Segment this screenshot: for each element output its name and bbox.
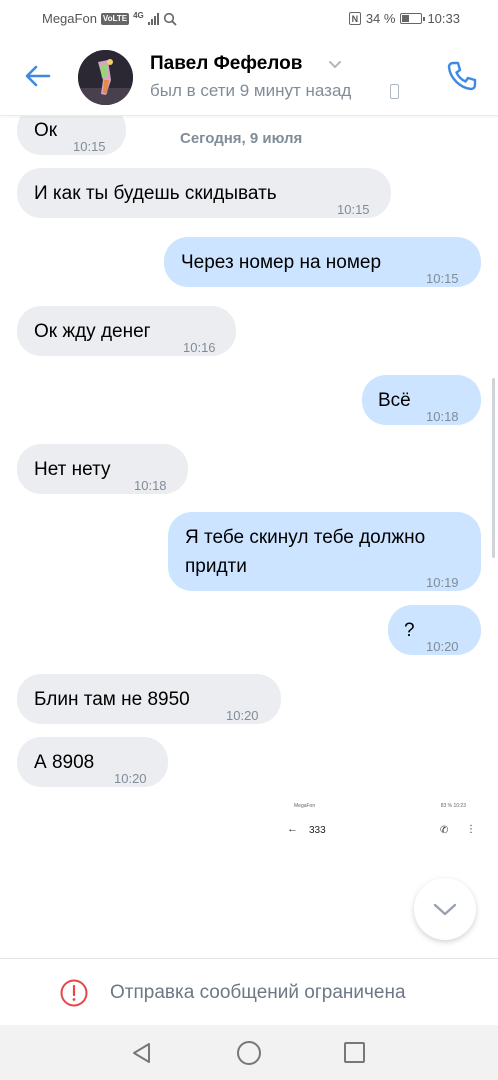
volte-badge: VoLTE	[100, 12, 130, 25]
nav-home-icon[interactable]	[237, 1041, 261, 1065]
system-nav-bar	[0, 1025, 498, 1080]
message-text: Ок жду денег	[34, 321, 151, 342]
battery-fill	[402, 15, 410, 22]
message-text: А 8908	[34, 752, 95, 773]
status-bar-left: MegaFon VoLTE 4G	[42, 11, 177, 26]
message-bubble-incoming[interactable]: Нет нету 10:18	[17, 444, 188, 494]
message-bubble-outgoing[interactable]: Я тебе скинул тебе должно придти 10:19	[168, 512, 481, 591]
attached-screenshot[interactable]: MegaFon 83 % 10:23 ← 333 ✆ ⋮	[280, 797, 480, 857]
message-text: Через номер на номер	[181, 252, 382, 273]
carrier-label: MegaFon	[42, 11, 97, 26]
message-text: Ок	[34, 120, 58, 141]
message-time: 10:16	[183, 340, 216, 355]
message-text: ?	[404, 620, 415, 641]
chat-screen: MegaFon VoLTE 4G N 34 % 10:33 Павел Фефе…	[0, 0, 498, 1080]
attachment-carrier: MegaFon	[294, 803, 316, 809]
message-time: 10:18	[426, 409, 459, 424]
contact-name[interactable]: Павел Фефелов	[150, 53, 302, 75]
status-bar-right: N 34 % 10:33	[348, 11, 460, 26]
scrollbar[interactable]	[492, 378, 495, 558]
battery-percent: 34 %	[365, 11, 396, 26]
nav-back-icon[interactable]	[130, 1041, 154, 1065]
status-bar: MegaFon VoLTE 4G N 34 % 10:33	[0, 0, 498, 38]
exclamation-circle-icon	[60, 979, 88, 1007]
clock: 10:33	[427, 11, 460, 26]
nav-recents-icon[interactable]	[344, 1042, 365, 1063]
search-icon	[163, 12, 177, 26]
last-seen-status: был в сети 9 минут назад	[150, 81, 352, 100]
date-separator: Сегодня, 9 июля	[180, 130, 303, 147]
message-text: Нет нету	[34, 459, 111, 480]
chevron-down-icon	[433, 903, 457, 916]
message-time: 10:15	[337, 202, 370, 217]
message-time: 10:15	[73, 139, 106, 154]
message-time: 10:20	[426, 639, 459, 654]
network-type: 4G	[133, 10, 144, 20]
mobile-device-icon	[390, 84, 399, 99]
phone-icon[interactable]	[444, 58, 480, 94]
message-time: 10:15	[426, 271, 459, 286]
arrow-left-icon[interactable]	[22, 60, 54, 92]
chat-header: Павел Фефелов был в сети 9 минут назад	[0, 38, 498, 116]
nfc-icon: N	[348, 12, 361, 25]
message-bubble-incoming[interactable]: А 8908 10:20	[17, 737, 168, 787]
phone-icon: ✆	[440, 825, 449, 836]
message-bubble-incoming[interactable]: И как ты будешь скидывать 10:15	[17, 168, 391, 218]
message-time: 10:20	[226, 708, 259, 723]
more-vertical-icon: ⋮	[466, 824, 476, 835]
chevron-down-icon[interactable]	[327, 58, 343, 70]
message-time: 10:18	[134, 478, 167, 493]
message-bubble-incoming[interactable]: Ок жду денег 10:16	[17, 306, 236, 356]
arrow-left-icon: ←	[287, 823, 298, 835]
battery-icon	[400, 13, 426, 24]
message-time: 10:20	[114, 771, 147, 786]
message-time: 10:19	[426, 575, 459, 590]
message-text: Блин там не 8950	[34, 689, 190, 710]
attachment-status-right: 83 % 10:23	[440, 803, 466, 809]
signal-icon	[147, 12, 159, 25]
avatar[interactable]	[78, 50, 133, 105]
message-text: И как ты будешь скидывать	[34, 183, 277, 204]
message-bubble-outgoing[interactable]: Через номер на номер 10:15	[164, 237, 481, 287]
messaging-restricted-bar: Отправка сообщений ограничена	[0, 958, 498, 1025]
scroll-down-button[interactable]	[414, 878, 476, 940]
message-text: Всё	[378, 390, 411, 411]
message-bubble-incoming[interactable]: Блин там не 8950 10:20	[17, 674, 281, 724]
message-bubble-outgoing[interactable]: Всё 10:18	[362, 375, 481, 425]
attachment-number: 333	[309, 825, 326, 836]
restricted-message: Отправка сообщений ограничена	[110, 982, 406, 1003]
message-bubble-outgoing[interactable]: ? 10:20	[388, 605, 481, 655]
